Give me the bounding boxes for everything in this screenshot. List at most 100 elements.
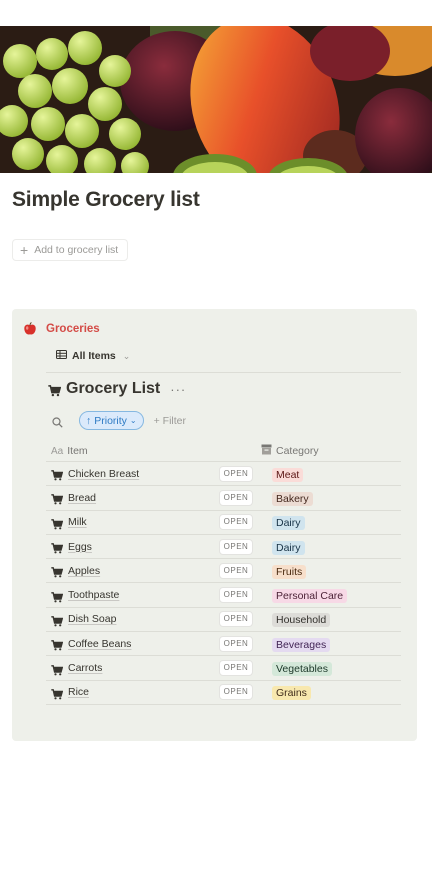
tab-divider (46, 372, 401, 373)
category-tag: Grains (272, 686, 311, 701)
category-tag: Dairy (272, 540, 305, 555)
open-button[interactable]: OPEN (218, 587, 254, 604)
groceries-callout: Groceries All Items ⌄ Grocery List ··· ↑… (12, 309, 417, 741)
category-cell[interactable]: Personal Care (261, 586, 348, 604)
open-button[interactable]: OPEN (218, 514, 254, 531)
item-name[interactable]: Chicken Breast (68, 468, 139, 480)
column-header-item-label: Item (67, 445, 88, 457)
more-options-button[interactable]: ··· (170, 382, 186, 397)
open-cell: OPEN (211, 514, 261, 531)
table-row[interactable]: Dish Soap OPEN Household (46, 608, 401, 633)
table-icon (56, 350, 67, 362)
open-cell: OPEN (211, 587, 261, 604)
table-row[interactable]: Rice OPEN Grains (46, 681, 401, 705)
column-header-item[interactable]: Aa Item (46, 445, 261, 457)
item-name[interactable]: Carrots (68, 662, 102, 674)
view-tab-all-items[interactable]: All Items ⌄ (56, 350, 130, 362)
open-cell: OPEN (211, 489, 261, 506)
table-row[interactable]: Coffee Beans OPEN Beverages (46, 632, 401, 657)
cart-icon (51, 517, 64, 530)
category-cell[interactable]: Dairy (261, 538, 305, 556)
item-cell: Carrots (46, 662, 211, 675)
category-tag: Personal Care (272, 589, 348, 604)
item-name[interactable]: Apples (68, 565, 100, 577)
open-button[interactable]: OPEN (218, 465, 254, 482)
table-body: Chicken Breast OPEN Meat Bread OPEN Bakery Mil… (46, 462, 401, 705)
cart-icon (51, 565, 64, 578)
item-cell: Dish Soap (46, 613, 211, 627)
category-tag: Vegetables (272, 662, 332, 677)
table-row[interactable]: Toothpaste OPEN Personal Care (46, 583, 401, 608)
category-tag: Dairy (272, 516, 305, 531)
sort-chip-label: Priority (94, 414, 127, 427)
cart-icon (48, 384, 62, 396)
open-button[interactable]: OPEN (218, 562, 254, 579)
open-cell: OPEN (211, 660, 261, 677)
apple-icon (23, 322, 37, 336)
open-cell: OPEN (211, 538, 261, 555)
category-cell[interactable]: Meat (261, 465, 304, 483)
category-tag: Bakery (272, 491, 313, 506)
table-row[interactable]: Carrots OPEN Vegetables (46, 656, 401, 681)
open-cell: OPEN (211, 635, 261, 652)
cart-icon (51, 663, 64, 675)
open-button[interactable]: OPEN (218, 538, 254, 555)
database-toolbar: ↑ Priority ⌄ + Filter (52, 411, 186, 430)
groceries-header: Groceries (23, 322, 100, 336)
open-cell: OPEN (211, 562, 261, 579)
table-row[interactable]: Chicken Breast OPEN Meat (46, 462, 401, 487)
item-cell: Eggs (46, 541, 211, 554)
cover-image (0, 26, 432, 173)
view-tab-label: All Items (72, 350, 116, 362)
add-to-list-button[interactable]: + Add to grocery list (12, 239, 129, 261)
sort-chip-priority[interactable]: ↑ Priority ⌄ (79, 411, 144, 430)
column-header-category[interactable]: Category (261, 444, 319, 458)
category-cell[interactable]: Bakery (261, 489, 313, 507)
category-tag: Household (272, 613, 331, 628)
database-title-row: Grocery List ··· (48, 380, 186, 398)
table-row[interactable]: Bread OPEN Bakery (46, 486, 401, 511)
cart-icon (51, 492, 64, 505)
table-row[interactable]: Eggs OPEN Dairy (46, 535, 401, 560)
category-cell[interactable]: Vegetables (261, 659, 332, 677)
category-cell[interactable]: Fruits (261, 562, 307, 580)
chevron-down-icon: ⌄ (122, 350, 131, 361)
item-name[interactable]: Milk (68, 516, 87, 528)
category-tag: Meat (272, 467, 304, 482)
item-name[interactable]: Rice (68, 686, 89, 698)
item-cell: Milk (46, 516, 211, 530)
table-row[interactable]: Apples OPEN Fruits (46, 559, 401, 584)
category-cell[interactable]: Beverages (261, 635, 331, 653)
open-button[interactable]: OPEN (218, 660, 254, 677)
chevron-down-icon: ⌄ (129, 416, 137, 425)
database-title[interactable]: Grocery List (66, 380, 160, 398)
open-button[interactable]: OPEN (218, 611, 254, 628)
category-cell[interactable]: Household (261, 610, 331, 628)
item-cell: Toothpaste (46, 589, 211, 603)
category-tag: Beverages (272, 637, 331, 652)
open-cell: OPEN (211, 684, 261, 701)
open-button[interactable]: OPEN (218, 684, 254, 701)
plus-icon: + (20, 242, 29, 258)
item-name[interactable]: Dish Soap (68, 613, 116, 625)
category-cell[interactable]: Grains (261, 683, 311, 701)
cart-icon (51, 541, 64, 554)
item-cell: Apples (46, 565, 211, 578)
groceries-link[interactable]: Groceries (46, 323, 100, 335)
item-cell: Chicken Breast (46, 468, 211, 481)
cart-icon (51, 687, 64, 700)
column-header-category-label: Category (276, 445, 319, 457)
open-button[interactable]: OPEN (218, 635, 254, 652)
item-name[interactable]: Eggs (68, 541, 92, 553)
table-row[interactable]: Milk OPEN Dairy (46, 511, 401, 535)
open-cell: OPEN (211, 465, 261, 482)
item-name[interactable]: Bread (68, 492, 96, 504)
filter-button[interactable]: + Filter (154, 415, 186, 427)
category-cell[interactable]: Dairy (261, 513, 305, 531)
search-icon[interactable] (52, 415, 63, 428)
cart-icon (51, 468, 64, 481)
open-button[interactable]: OPEN (218, 489, 254, 506)
item-name[interactable]: Coffee Beans (68, 638, 131, 650)
item-name[interactable]: Toothpaste (68, 589, 119, 601)
cart-icon (51, 590, 64, 603)
